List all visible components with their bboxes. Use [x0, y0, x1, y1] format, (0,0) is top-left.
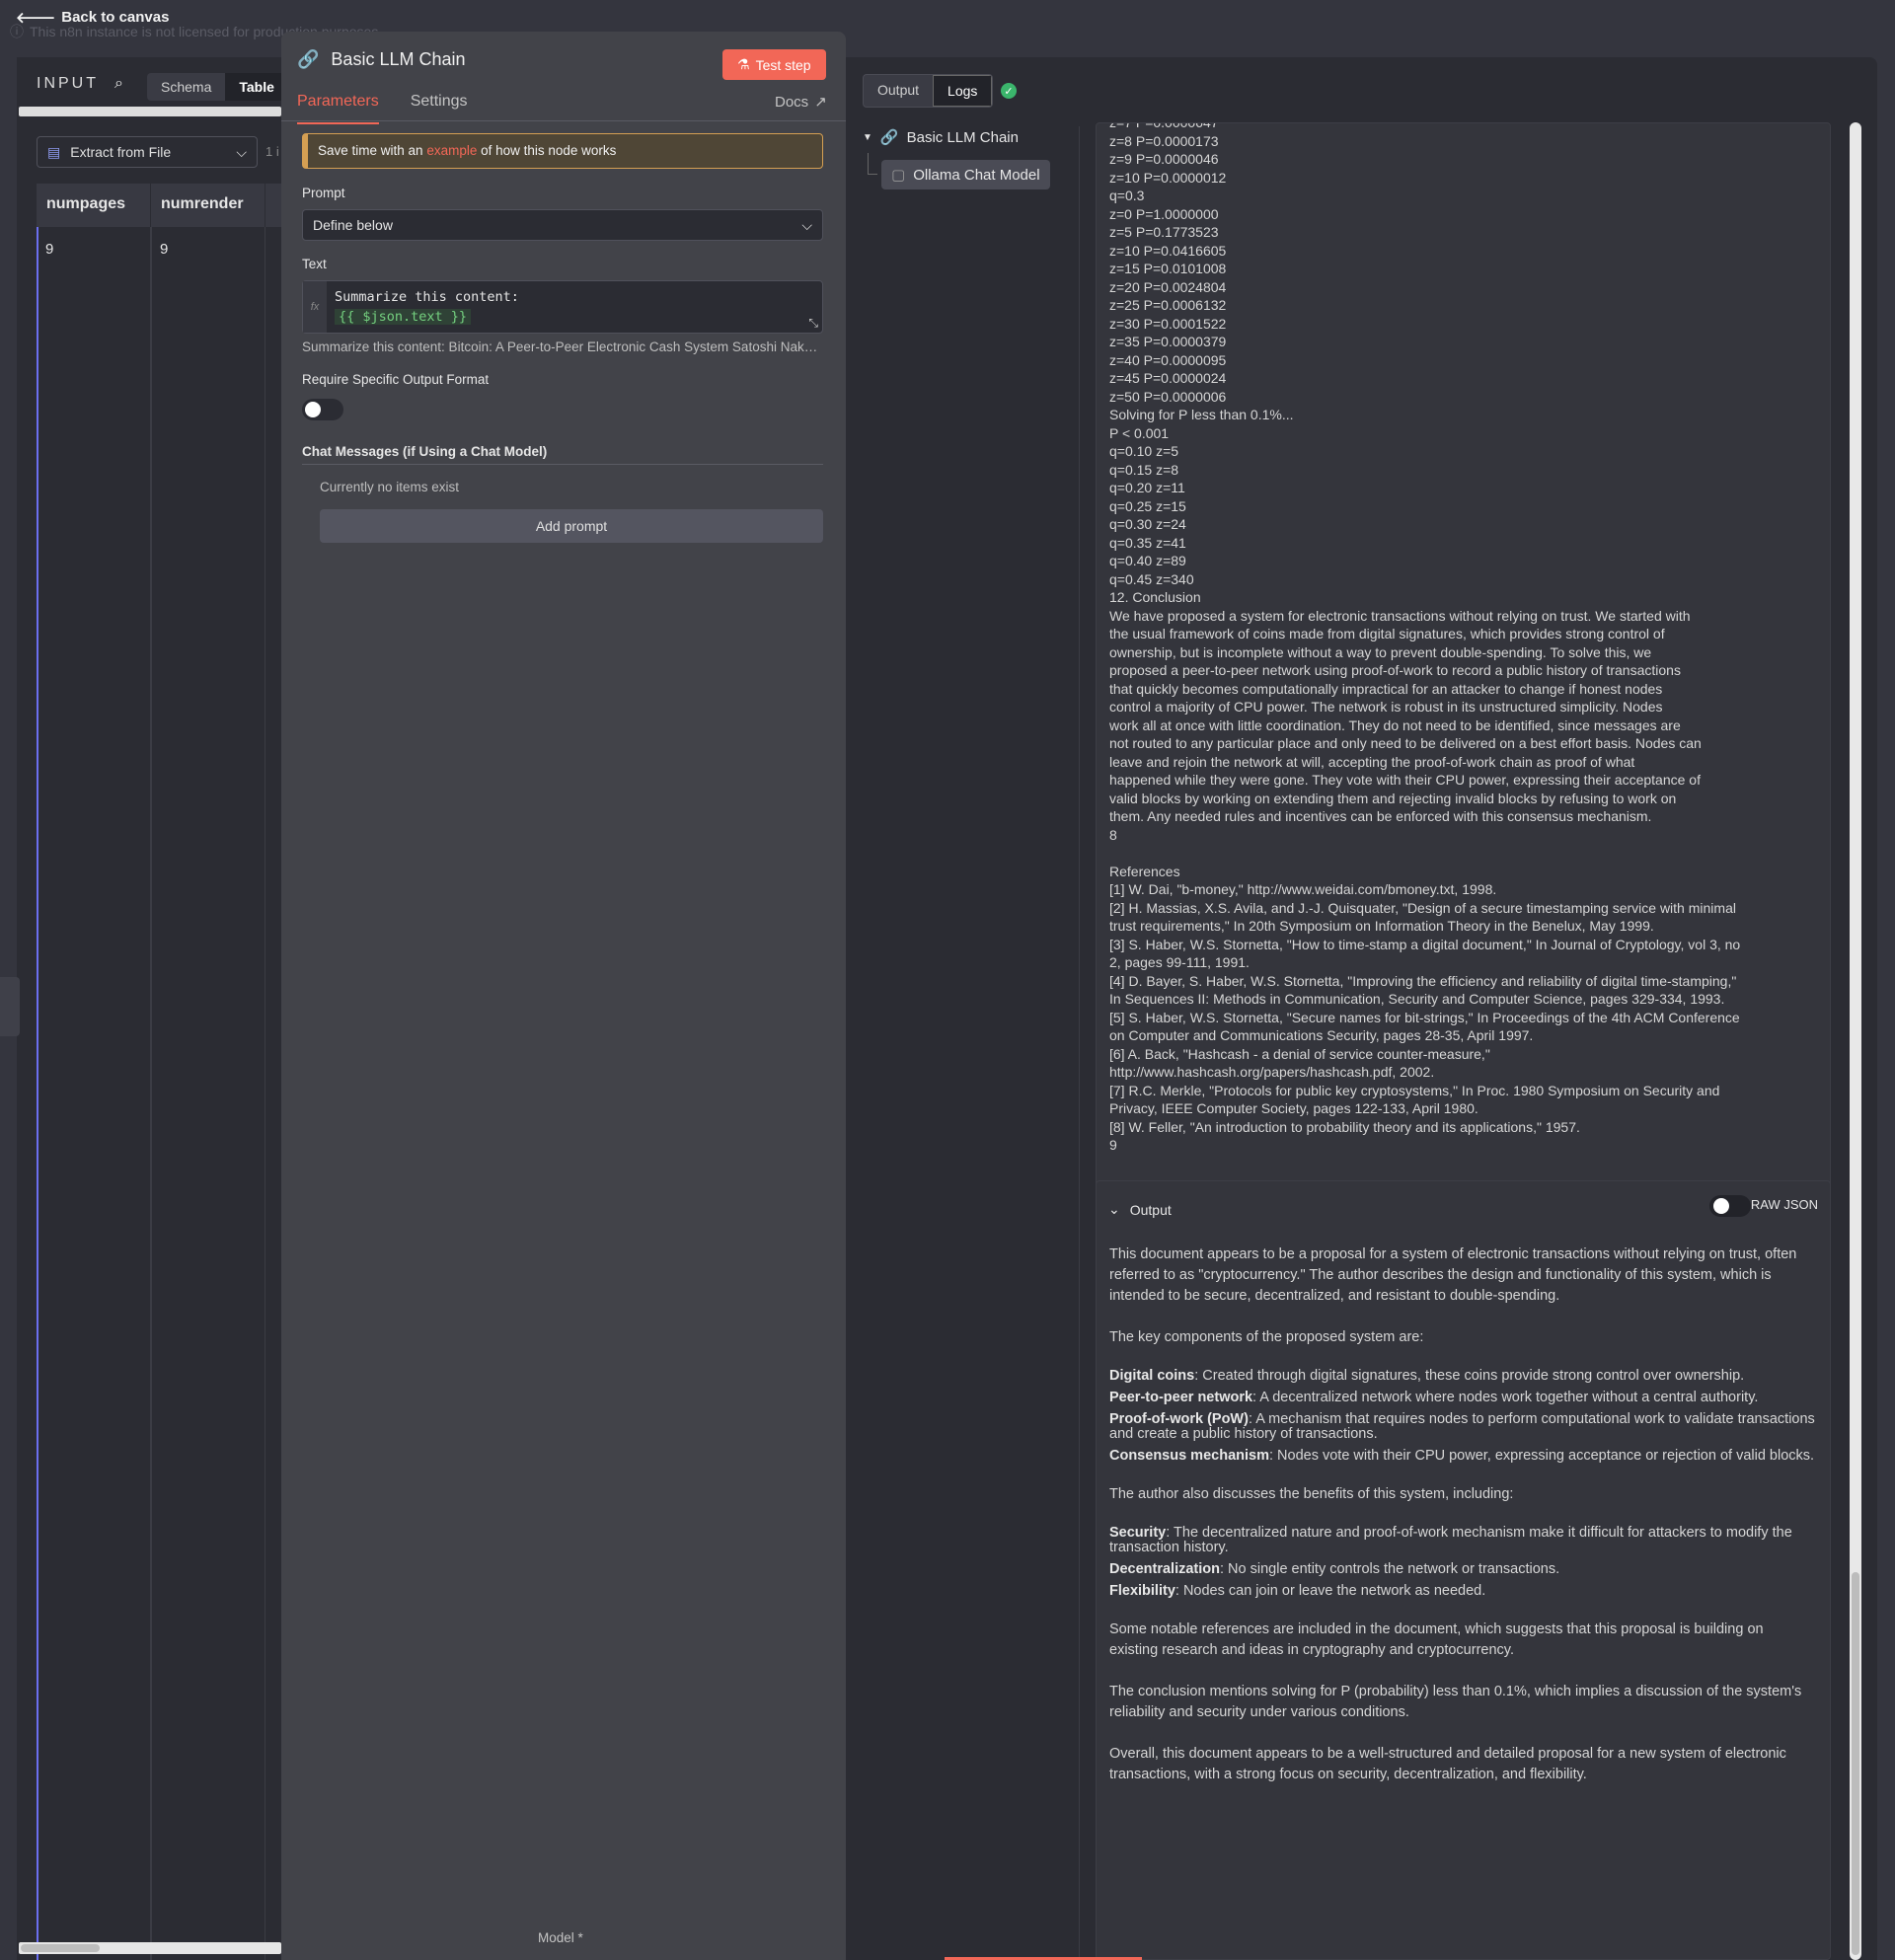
input-panel: INPUT ⌕ Schema Table ▤ Extract from File…: [17, 57, 288, 1960]
view-toggle: Schema Table: [147, 73, 288, 101]
model-connector-label: Model *: [538, 1930, 583, 1945]
tab-schema[interactable]: Schema: [147, 73, 225, 101]
tab-table[interactable]: Table: [225, 73, 288, 101]
external-link-icon: ↗: [814, 94, 827, 111]
chevron-down-icon[interactable]: ▼: [863, 132, 872, 143]
column-header[interactable]: numpages: [37, 184, 151, 227]
flask-icon: ⚗: [737, 56, 750, 72]
source-node-select[interactable]: ▤ Extract from File ⌵: [37, 136, 258, 168]
link-icon: 🔗: [879, 129, 899, 146]
output-panel: Output Logs ✓ ▼ 🔗 Basic LLM Chain ▢ Olla…: [846, 57, 1877, 1960]
chat-messages-label: Chat Messages (if Using a Chat Model): [302, 444, 548, 459]
tab-output[interactable]: Output: [864, 75, 933, 107]
list-item: Consensus mechanism: Nodes vote with the…: [1109, 1448, 1815, 1464]
list-item: Security: The decentralized nature and p…: [1109, 1525, 1792, 1555]
llm-output-text: This document appears to be a proposal f…: [1109, 1246, 1815, 1782]
divider: [1079, 126, 1080, 1960]
list-item: Flexibility: Nodes can join or leave the…: [1109, 1583, 1486, 1599]
tab-logs[interactable]: Logs: [933, 75, 993, 107]
search-icon[interactable]: ⌕: [114, 75, 123, 93]
tree-connector: [868, 153, 877, 175]
toggle-knob: [1713, 1198, 1729, 1214]
input-title: INPUT: [37, 75, 99, 92]
output-format-label: Require Specific Output Format: [302, 372, 490, 387]
example-banner: Save time with an example of how this no…: [302, 133, 823, 169]
scrollbar-thumb[interactable]: [1852, 1572, 1859, 1955]
file-icon: ▤: [47, 143, 61, 160]
test-step-button[interactable]: ⚗ Test step: [722, 49, 826, 80]
table-row: 9 9: [37, 227, 281, 1960]
scrollbar-thumb[interactable]: [21, 1944, 100, 1952]
list-item: Peer-to-peer network: A decentralized ne…: [1109, 1390, 1759, 1405]
node-title[interactable]: Basic LLM Chain: [331, 49, 465, 70]
column-header[interactable]: numrender: [151, 184, 265, 227]
list-item: Digital coins: Created through digital s…: [1109, 1368, 1745, 1384]
expression-preview: Summarize this content: Bitcoin: A Peer-…: [302, 339, 823, 354]
table-header: numpages numrender: [37, 184, 281, 227]
node-settings-panel: 🔗 Basic LLM Chain ⚗ Test step Parameters…: [281, 32, 846, 1960]
log-text: z=7 P=0.0000647 z=8 P=0.0000173 z=9 P=0.…: [1109, 122, 1741, 1153]
raw-json-label: RAW JSON: [1750, 1197, 1818, 1212]
prompt-select[interactable]: Define below ⌵: [302, 209, 823, 241]
expression-token: {{ $json.text }}: [335, 309, 472, 325]
text-label: Text: [302, 257, 327, 271]
text-expression-field[interactable]: fx Summarize this content: {{ $json.text…: [302, 280, 823, 334]
horizontal-scrollbar[interactable]: [19, 107, 281, 116]
docs-link[interactable]: Docs ↗: [775, 93, 827, 112]
success-check-icon: ✓: [1001, 83, 1017, 99]
output-section-header[interactable]: ⌄ Output: [1108, 1201, 1172, 1218]
empty-state: Currently no items exist: [320, 480, 460, 494]
chevron-down-icon: ⌵: [801, 217, 812, 233]
divider: [281, 120, 846, 121]
log-tree-item-ollama-chat-model[interactable]: ▢ Ollama Chat Model: [881, 160, 1050, 189]
row-accent: [37, 227, 38, 1960]
expand-icon[interactable]: ⤡: [808, 316, 818, 331]
log-tree-item-basic-llm-chain[interactable]: ▼ 🔗 Basic LLM Chain: [863, 128, 1019, 147]
chevron-down-icon: ⌄: [1108, 1201, 1120, 1217]
table-cell: 9: [151, 227, 265, 1960]
divider: [302, 464, 823, 465]
collapse-handle[interactable]: [0, 977, 20, 1036]
link-icon: 🔗: [297, 49, 320, 69]
list-item: Proof-of-work (PoW): A mechanism that re…: [1109, 1411, 1815, 1442]
example-link[interactable]: example: [426, 143, 477, 158]
item-count: 1 i: [265, 144, 279, 159]
chevron-down-icon: ⌵: [236, 143, 247, 160]
arrow-left-icon: 🡐: [16, 10, 56, 27]
fx-icon: fx: [303, 281, 327, 333]
log-output-section: ⌄ Output RAW JSON This document appears …: [1096, 1180, 1831, 1960]
add-prompt-button[interactable]: Add prompt: [320, 509, 823, 543]
log-input-content: z=7 P=0.0000647 z=8 P=0.0000173 z=9 P=0.…: [1096, 122, 1831, 1236]
prompt-label: Prompt: [302, 186, 345, 200]
list-item: Decentralization: No single entity contr…: [1109, 1561, 1560, 1577]
back-to-canvas-button[interactable]: 🡐 Back to canvas: [16, 8, 169, 27]
table-cell: 9: [37, 227, 151, 1960]
chat-model-icon: ▢: [891, 167, 906, 184]
output-logs-toggle: Output Logs: [863, 74, 994, 108]
toggle-knob: [305, 402, 321, 417]
